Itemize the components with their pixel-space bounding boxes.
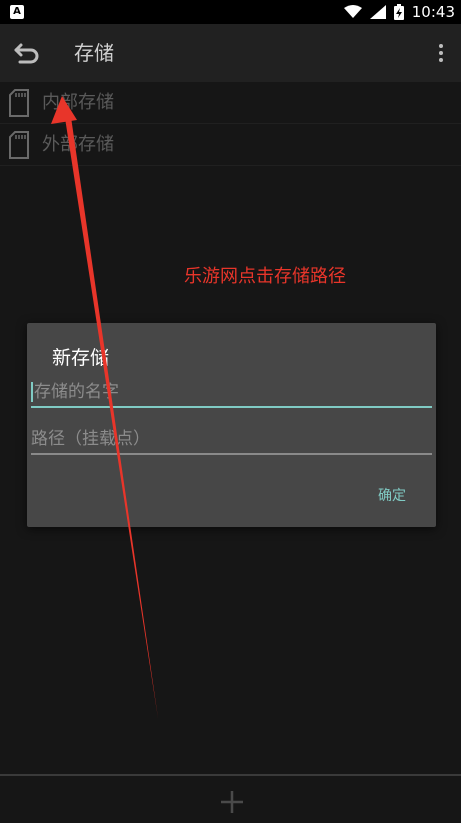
confirm-button[interactable]: 确定 [378,485,406,505]
page-title: 存储 [74,41,114,65]
app-bar: 存储 [0,24,461,82]
new-storage-dialog: 新存储 存储的名字 路径（挂载点） 确定 [27,323,436,527]
clock: 10:43 [411,3,455,21]
list-item-label: 内部存储 [42,92,114,113]
back-arrow-icon[interactable] [12,38,42,68]
plus-icon[interactable] [220,790,244,814]
mount-path-placeholder: 路径（挂载点） [31,429,150,449]
app-notification-badge: A [10,5,24,19]
dialog-title: 新存储 [52,347,110,369]
wifi-icon [343,5,362,18]
list-item-label: 外部存储 [42,134,114,155]
mount-path-input[interactable]: 路径（挂载点） [31,421,432,455]
list-item-external-storage[interactable]: 外部存储 [0,124,461,166]
storage-name-input[interactable]: 存储的名字 [31,374,432,408]
annotation-text: 乐游网点击存储路径 [184,266,346,287]
sd-card-icon [9,131,29,159]
status-icons: 10:43 [343,0,455,24]
list-item-internal-storage[interactable]: 内部存储 [0,82,461,124]
battery-charging-icon [393,4,404,20]
storage-name-placeholder: 存储的名字 [34,382,119,402]
sd-card-icon [9,89,29,117]
text-cursor [31,382,33,402]
signal-icon [369,5,386,19]
status-bar: A 10:43 [0,0,461,24]
overflow-menu-icon[interactable] [431,42,451,64]
bottom-bar [0,774,461,823]
